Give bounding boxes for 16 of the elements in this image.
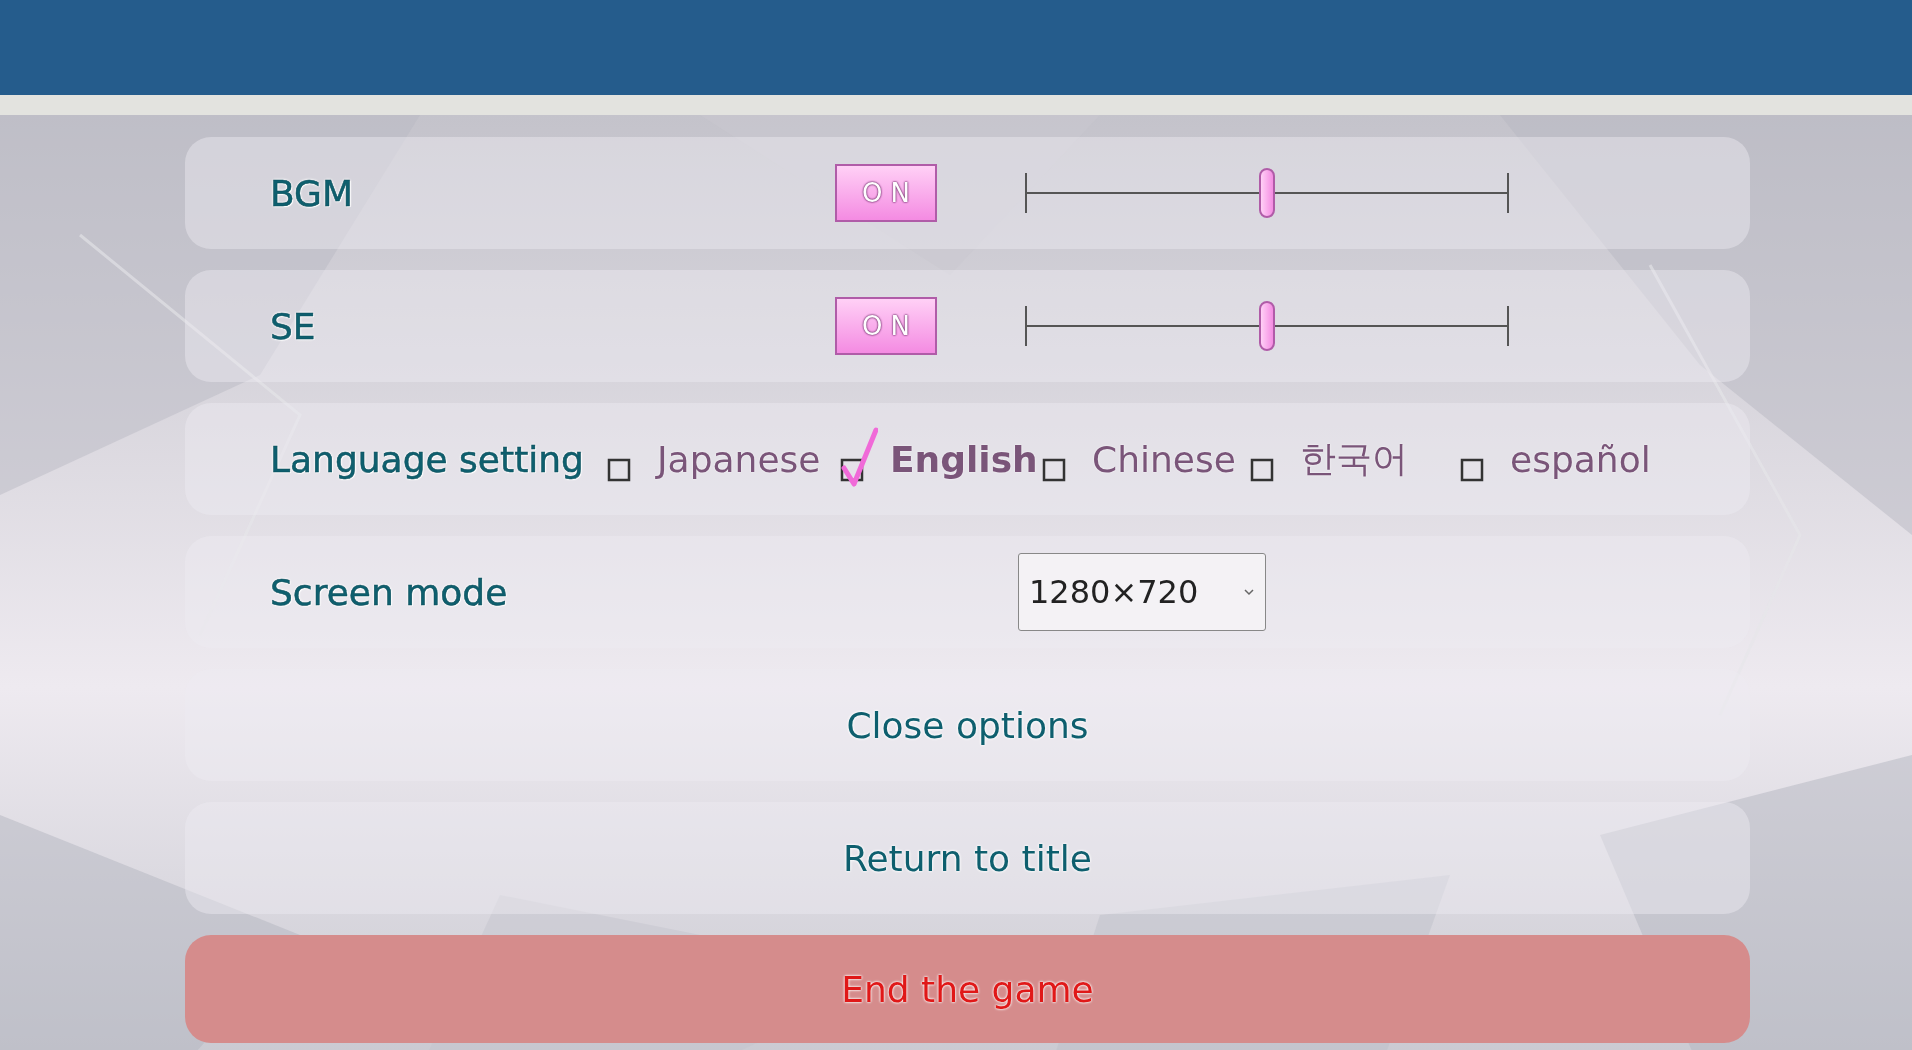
- setting-label: SE: [270, 305, 317, 347]
- resolution-dropdown[interactable]: 1280×720: [1018, 553, 1266, 631]
- volume-slider[interactable]: [1025, 167, 1509, 219]
- setting-label: Language setting: [270, 438, 585, 480]
- slider-handle[interactable]: [1259, 168, 1275, 218]
- setting-label: BGM: [270, 172, 355, 214]
- slider-handle[interactable]: [1259, 301, 1275, 351]
- language-option[interactable]: Japanese: [657, 438, 821, 480]
- language-option[interactable]: English: [890, 438, 1038, 480]
- language-option[interactable]: 한국어: [1300, 434, 1408, 484]
- menu-button[interactable]: Return to title: [185, 802, 1750, 914]
- volume-slider[interactable]: [1025, 300, 1509, 352]
- chevron-down-icon: [1243, 588, 1255, 596]
- setting-label: Screen mode: [270, 571, 509, 613]
- language-option[interactable]: Chinese: [1092, 438, 1236, 480]
- language-option[interactable]: español: [1510, 438, 1651, 480]
